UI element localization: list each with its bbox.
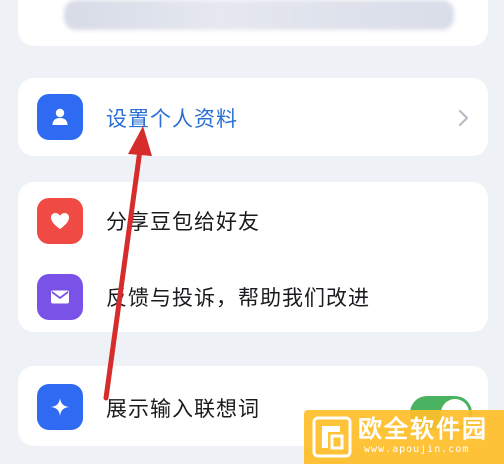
watermark-logo-icon (312, 416, 352, 458)
settings-row-profile[interactable]: 设置个人资料 (18, 82, 488, 152)
share-feedback-card: 分享豆包给好友 反馈与投诉，帮助我们改进 (18, 182, 488, 332)
sparkle-icon (37, 384, 83, 430)
settings-row-label: 展示输入联想词 (106, 397, 260, 421)
watermark-text: 欧全软件园 (358, 415, 488, 443)
settings-row-label: 设置个人资料 (106, 107, 238, 131)
heart-icon (37, 198, 83, 244)
profile-settings-card: 设置个人资料 (18, 78, 488, 156)
settings-row-share[interactable]: 分享豆包给好友 (18, 186, 488, 256)
settings-row-label: 反馈与投诉，帮助我们改进 (106, 286, 370, 310)
watermark: 欧全软件园 www.apoujin.com (304, 410, 504, 464)
settings-screen: 设置个人资料 分享豆包给好友 反馈与投诉，帮助我们改进 展示输入联想词 欧全软件… (0, 0, 504, 464)
watermark-url: www.apoujin.com (364, 444, 470, 455)
chevron-right-icon (458, 109, 469, 127)
person-icon (37, 94, 83, 140)
profile-card-blurred[interactable] (18, 0, 488, 46)
blurred-content (64, 0, 454, 30)
settings-row-label: 分享豆包给好友 (106, 210, 260, 234)
settings-row-feedback[interactable]: 反馈与投诉，帮助我们改进 (18, 262, 488, 332)
mail-icon (37, 274, 83, 320)
